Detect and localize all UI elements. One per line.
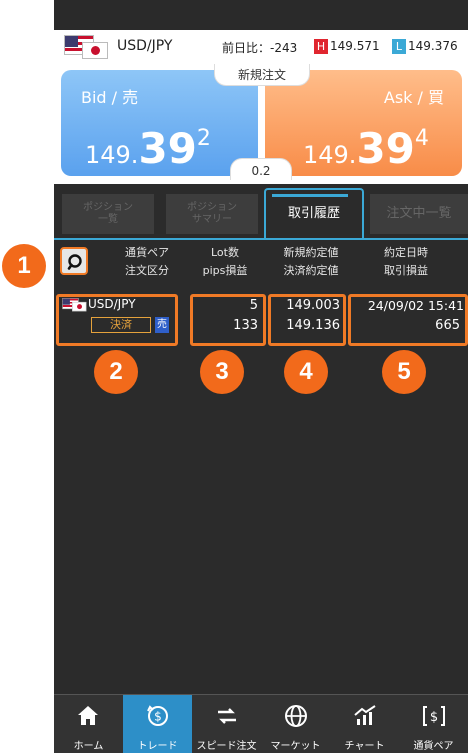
column-header-pair: 通貨ペア 注文区分 [112, 244, 182, 280]
bid-label: Bid / 売 [81, 88, 139, 107]
prev-day-value: -243 [270, 41, 298, 55]
tab-bar: ポジション 一覧 ポジション サマリー 取引履歴 注文中一覧 [54, 184, 468, 240]
column-pnl-label: 取引損益 [384, 264, 428, 277]
column-header-prices: 新規約定値 決済約定値 [266, 244, 356, 280]
nav-chart-label: チャート [344, 741, 385, 752]
status-bar [54, 0, 468, 30]
nav-home[interactable]: ホーム [54, 695, 123, 753]
currency-pair-icon: $ [423, 706, 445, 726]
ask-price-pip: 4 [414, 126, 429, 151]
nav-chart[interactable]: チャート [330, 695, 399, 753]
home-icon [78, 706, 98, 725]
column-datetime-label: 約定日時 [384, 246, 428, 259]
low-price: L 149.376 [392, 39, 458, 54]
trade-icon: $ [147, 705, 168, 726]
high-value: 149.571 [330, 39, 380, 53]
row-pnl: 665 [435, 318, 460, 333]
us-jp-flag-icon [60, 33, 108, 59]
ask-price-main: 39 [356, 124, 415, 173]
column-open-price-label: 新規約定値 [283, 246, 339, 259]
bottom-navigation: ホーム $ トレード スピード注文 マーケット チャート $ 通貨ペア [54, 695, 468, 753]
order-type-badge: 決済 [91, 317, 151, 333]
low-badge: L [392, 39, 406, 54]
row-lots: 5 [249, 298, 258, 313]
search-button[interactable] [60, 247, 88, 275]
nav-market-label: マーケット [270, 741, 321, 752]
svg-text:$: $ [154, 710, 162, 724]
nav-home-label: ホーム [73, 741, 104, 752]
nav-market[interactable]: マーケット [261, 695, 330, 753]
high-badge: H [314, 39, 328, 54]
callout-marker-2: 2 [94, 350, 138, 394]
callout-marker-4: 4 [284, 350, 328, 394]
us-jp-flag-icon [60, 297, 87, 312]
tab-open-orders[interactable]: 注文中一覧 [370, 194, 468, 234]
globe-icon [285, 705, 307, 727]
callout-marker-5: 5 [382, 350, 426, 394]
row-datetime: 24/09/02 15:41 [367, 298, 464, 313]
ask-price-prefix: 149. [303, 141, 357, 169]
tab-position-summary[interactable]: ポジション サマリー [166, 194, 258, 234]
currency-pair-bar[interactable]: USD/JPY 前日比：-243 H 149.571 L 149.376 [54, 30, 468, 64]
row-pips: 133 [233, 318, 258, 333]
speed-order-icon [218, 708, 236, 724]
quote-panel: Bid / 売 149.392 Ask / 買 149.394 新規注文 0.2 [54, 64, 468, 184]
bid-price: 149.392 [85, 124, 211, 173]
bid-price-main: 39 [138, 124, 197, 173]
high-price: H 149.571 [314, 39, 380, 54]
tab-trade-history[interactable]: 取引履歴 [264, 188, 364, 240]
column-order-type-label: 注文区分 [125, 264, 169, 277]
callout-marker-3: 3 [200, 350, 244, 394]
low-value: 149.376 [408, 39, 458, 53]
column-pair-label: 通貨ペア [125, 246, 169, 259]
column-pips-label: pips損益 [202, 264, 248, 277]
chart-icon [354, 705, 376, 725]
nav-speed-order[interactable]: スピード注文 [192, 695, 261, 753]
column-header-lots: Lot数 pips損益 [190, 244, 260, 280]
tab-trade-history-label: 取引履歴 [287, 206, 340, 221]
row-pair: USD/JPY [88, 297, 136, 311]
callout-marker-1: 1 [2, 244, 46, 288]
side-badge: 売 [155, 317, 169, 333]
nav-currency-pair[interactable]: $ 通貨ペア [399, 695, 468, 753]
column-close-price-label: 決済約定値 [283, 264, 339, 277]
tab-underline [54, 238, 468, 240]
row-close-price: 149.136 [286, 318, 340, 333]
row-open-price: 149.003 [286, 298, 340, 313]
tab-position-list-line1: ポジション [83, 202, 133, 213]
tab-open-orders-label: 注文中一覧 [386, 206, 452, 221]
bid-price-prefix: 149. [85, 141, 139, 169]
trade-app: USD/JPY 前日比：-243 H 149.571 L 149.376 Bid /… [54, 0, 468, 753]
svg-text:$: $ [430, 710, 438, 725]
spread-value: 0.2 [230, 158, 292, 180]
nav-currency-pair-label: 通貨ペア [413, 741, 454, 752]
search-icon [67, 254, 82, 270]
pair-name: USD/JPY [117, 38, 173, 54]
column-lots-label: Lot数 [211, 246, 239, 259]
new-order-label: 新規注文 [214, 64, 310, 86]
nav-trade[interactable]: $ トレード [123, 695, 192, 753]
nav-speed-order-label: スピード注文 [196, 741, 257, 752]
nav-trade-label: トレード [137, 741, 178, 752]
ask-label: Ask / 買 [383, 88, 444, 107]
column-header-datetime: 約定日時 取引損益 [366, 244, 446, 280]
tab-position-list-line2: 一覧 [98, 214, 118, 225]
tab-position-list[interactable]: ポジション 一覧 [62, 194, 154, 234]
prev-day-change: 前日比：-243 [222, 39, 297, 56]
tab-position-summary-line1: ポジション [187, 202, 237, 213]
prev-day-label: 前日比： [222, 41, 271, 55]
tab-position-summary-line2: サマリー [192, 214, 232, 225]
bid-price-pip: 2 [196, 126, 211, 151]
ask-price: 149.394 [303, 124, 429, 173]
